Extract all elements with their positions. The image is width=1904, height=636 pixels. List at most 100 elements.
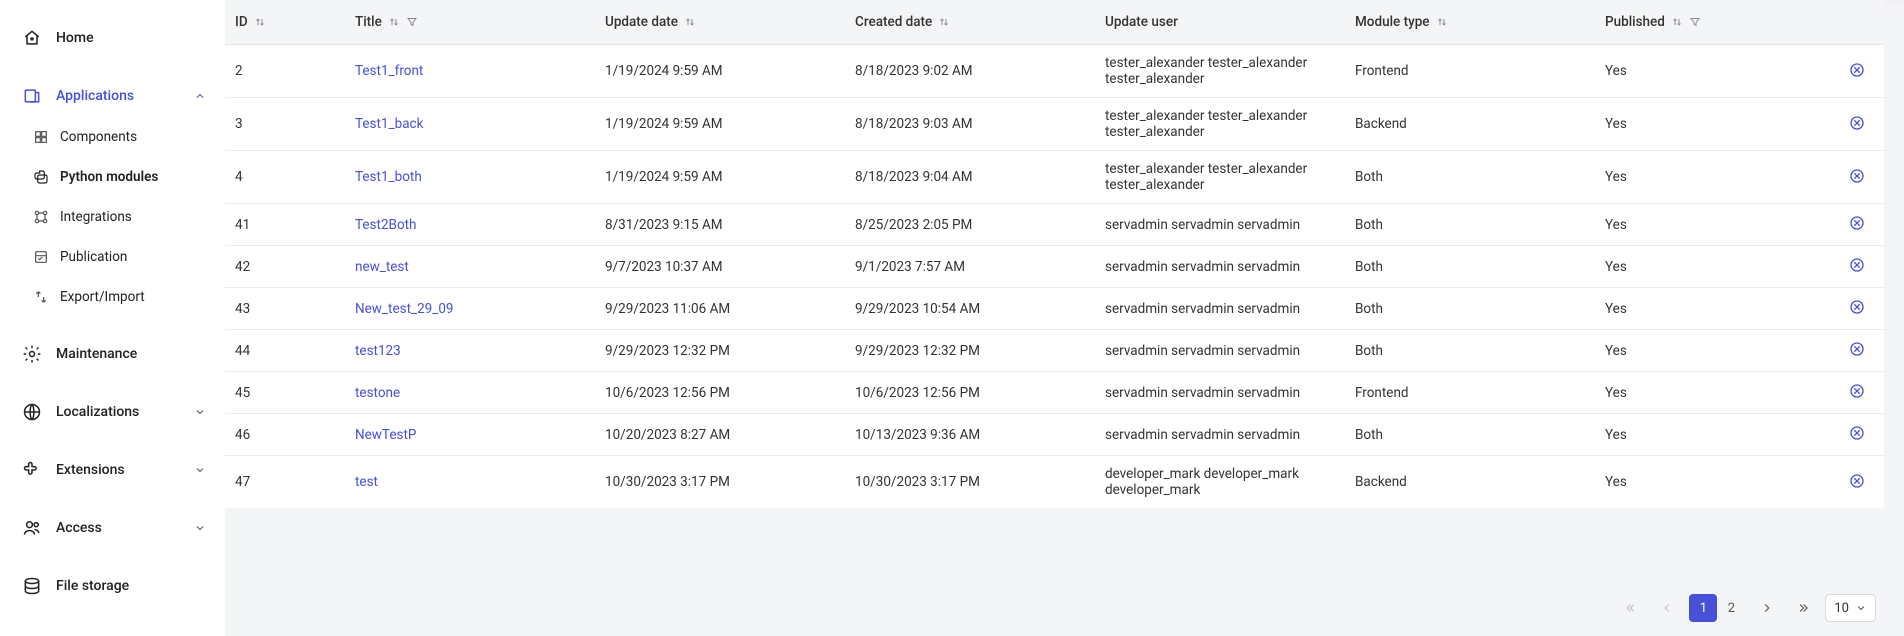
cell-created-date: 10/30/2023 3:17 PM — [845, 456, 1095, 509]
nav-export[interactable]: Export/Import — [12, 280, 217, 314]
nav-access[interactable]: Access — [12, 510, 217, 546]
nav-publication-label: Publication — [60, 249, 127, 265]
cell-id: 42 — [225, 246, 345, 288]
cell-module-type: Both — [1345, 151, 1595, 204]
page-last[interactable] — [1789, 594, 1817, 622]
table-row[interactable]: 4Test1_both1/19/2024 9:59 AM8/18/2023 9:… — [225, 151, 1884, 204]
title-link[interactable]: test123 — [355, 343, 401, 359]
nav-python[interactable]: Python modules — [12, 160, 217, 194]
cell-id: 3 — [225, 98, 345, 151]
title-link[interactable]: new_test — [355, 259, 409, 275]
export-icon — [32, 288, 50, 306]
col-created-date[interactable]: Created date — [845, 0, 1095, 45]
cell-id: 43 — [225, 288, 345, 330]
nav-publication[interactable]: Publication — [12, 240, 217, 274]
table-row[interactable]: 45testone10/6/2023 12:56 PM10/6/2023 12:… — [225, 372, 1884, 414]
nav-localizations[interactable]: Localizations — [12, 394, 217, 430]
users-icon — [22, 518, 42, 538]
cell-id: 41 — [225, 204, 345, 246]
sort-icon — [254, 16, 266, 28]
nav-extensions[interactable]: Extensions — [12, 452, 217, 488]
filter-icon[interactable] — [406, 16, 418, 28]
nav-home-label: Home — [56, 30, 94, 46]
delete-button[interactable] — [1848, 298, 1866, 316]
cell-update-date: 8/31/2023 9:15 AM — [595, 204, 845, 246]
table-row[interactable]: 47test10/30/2023 3:17 PM10/30/2023 3:17 … — [225, 456, 1884, 509]
table-row[interactable]: 2Test1_front1/19/2024 9:59 AM8/18/2023 9… — [225, 45, 1884, 98]
page-1[interactable]: 1 — [1689, 594, 1717, 622]
col-published[interactable]: Published — [1595, 0, 1824, 45]
main: ID Title Update date Created date Update… — [225, 0, 1904, 636]
title-link[interactable]: Test2Both — [355, 217, 417, 233]
page-size-value: 10 — [1834, 601, 1849, 616]
nav-applications[interactable]: Applications — [12, 78, 217, 114]
nav-home[interactable]: Home — [12, 20, 217, 56]
title-link[interactable]: testone — [355, 385, 400, 401]
nav-integrations[interactable]: Integrations — [12, 200, 217, 234]
cell-update-date: 10/6/2023 12:56 PM — [595, 372, 845, 414]
chevron-up-icon — [193, 89, 207, 103]
delete-button[interactable] — [1848, 61, 1866, 79]
table-row[interactable]: 46NewTestP10/20/2023 8:27 AM10/13/2023 9… — [225, 414, 1884, 456]
puzzle-icon — [22, 460, 42, 480]
page-next[interactable] — [1753, 594, 1781, 622]
title-link[interactable]: Test1_both — [355, 169, 422, 185]
delete-button[interactable] — [1848, 382, 1866, 400]
cell-update-date: 1/19/2024 9:59 AM — [595, 45, 845, 98]
nav-storage[interactable]: File storage — [12, 568, 217, 604]
title-link[interactable]: test — [355, 474, 378, 490]
sort-icon — [938, 16, 950, 28]
chevron-down-icon — [193, 521, 207, 535]
cell-module-type: Backend — [1345, 456, 1595, 509]
table-row[interactable]: 41Test2Both8/31/2023 9:15 AM8/25/2023 2:… — [225, 204, 1884, 246]
cell-published: Yes — [1595, 456, 1824, 509]
sidebar: Home Applications Components Python modu… — [0, 0, 225, 636]
cell-update-user: servadmin servadmin servadmin — [1095, 246, 1345, 288]
table-row[interactable]: 42new_test9/7/2023 10:37 AM9/1/2023 7:57… — [225, 246, 1884, 288]
cell-update-user: servadmin servadmin servadmin — [1095, 288, 1345, 330]
nav-components[interactable]: Components — [12, 120, 217, 154]
delete-button[interactable] — [1848, 256, 1866, 274]
cell-update-user: developer_mark developer_mark developer_… — [1095, 456, 1345, 509]
globe-icon — [22, 402, 42, 422]
title-link[interactable]: New_test_29_09 — [355, 301, 454, 317]
table-row[interactable]: 43New_test_29_099/29/2023 11:06 AM9/29/2… — [225, 288, 1884, 330]
title-link[interactable]: NewTestP — [355, 427, 416, 443]
cell-update-user: servadmin servadmin servadmin — [1095, 204, 1345, 246]
delete-button[interactable] — [1848, 424, 1866, 442]
col-update-user[interactable]: Update user — [1095, 0, 1345, 45]
nav-export-label: Export/Import — [60, 289, 145, 305]
title-link[interactable]: Test1_front — [355, 63, 423, 79]
cell-update-date: 9/7/2023 10:37 AM — [595, 246, 845, 288]
col-update-date[interactable]: Update date — [595, 0, 845, 45]
delete-button[interactable] — [1848, 214, 1866, 232]
cell-update-user: tester_alexander tester_alexander tester… — [1095, 151, 1345, 204]
col-id[interactable]: ID — [225, 0, 345, 45]
python-icon — [32, 168, 50, 186]
sort-icon — [1671, 16, 1683, 28]
delete-button[interactable] — [1848, 167, 1866, 185]
cell-module-type: Both — [1345, 288, 1595, 330]
cell-published: Yes — [1595, 151, 1824, 204]
title-link[interactable]: Test1_back — [355, 116, 423, 132]
page-prev[interactable] — [1653, 594, 1681, 622]
cell-created-date: 8/18/2023 9:02 AM — [845, 45, 1095, 98]
delete-button[interactable] — [1848, 114, 1866, 132]
cell-update-date: 1/19/2024 9:59 AM — [595, 98, 845, 151]
nav-maintenance[interactable]: Maintenance — [12, 336, 217, 372]
page-first[interactable] — [1617, 594, 1645, 622]
col-title[interactable]: Title — [345, 0, 595, 45]
page-size-select[interactable]: 10 — [1825, 594, 1876, 622]
delete-button[interactable] — [1848, 340, 1866, 358]
col-module-type[interactable]: Module type — [1345, 0, 1595, 45]
cell-module-type: Both — [1345, 330, 1595, 372]
delete-button[interactable] — [1848, 472, 1866, 490]
filter-icon[interactable] — [1689, 16, 1701, 28]
modules-table: ID Title Update date Created date Update… — [225, 0, 1884, 508]
page-2[interactable]: 2 — [1717, 594, 1745, 622]
cell-update-date: 9/29/2023 11:06 AM — [595, 288, 845, 330]
cell-created-date: 8/18/2023 9:04 AM — [845, 151, 1095, 204]
table-row[interactable]: 3Test1_back1/19/2024 9:59 AM8/18/2023 9:… — [225, 98, 1884, 151]
table-row[interactable]: 44test1239/29/2023 12:32 PM9/29/2023 12:… — [225, 330, 1884, 372]
sort-icon — [684, 16, 696, 28]
